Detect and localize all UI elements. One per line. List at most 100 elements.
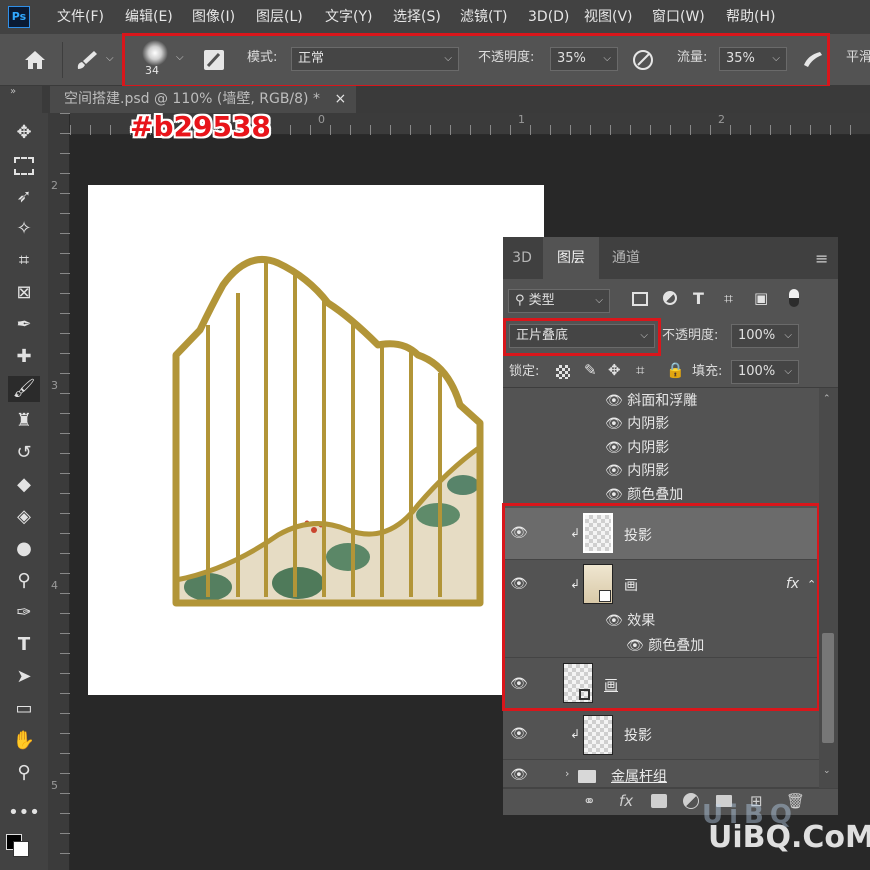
menu-filter[interactable]: 滤镜(T) (460, 0, 507, 34)
home-icon[interactable] (22, 48, 48, 72)
effect-item[interactable]: 👁 颜色叠加 (605, 484, 683, 504)
close-tab-icon[interactable]: × (334, 91, 346, 107)
menu-3d[interactable]: 3D(D) (528, 0, 569, 34)
brush-preset-icon[interactable] (74, 48, 100, 72)
panel-menu-icon[interactable]: ≡ (815, 249, 828, 268)
ruler-number: 4 (51, 579, 58, 592)
menu-edit[interactable]: 编辑(E) (125, 0, 173, 34)
filter-toggle-icon[interactable] (789, 289, 799, 307)
hand-tool-icon[interactable]: ✋ (8, 728, 40, 754)
menu-bar: Ps 文件(F) 编辑(E) 图像(I) 图层(L) 文字(Y) 选择(S) 滤… (0, 0, 870, 34)
menu-select[interactable]: 选择(S) (393, 0, 441, 34)
ruler-number: 5 (51, 779, 58, 792)
filter-smart-object-icon[interactable]: ▣ (754, 289, 768, 307)
magic-wand-tool-icon[interactable]: ✧ (8, 216, 40, 242)
effect-item[interactable]: 👁 内阴影 (605, 437, 669, 457)
tab-layers[interactable]: 图层 (543, 237, 599, 279)
dodge-tool-icon[interactable]: ⚲ (8, 568, 40, 594)
effect-item[interactable]: 👁 内阴影 (605, 413, 669, 433)
lock-position-icon[interactable]: ✥ (608, 361, 621, 379)
menu-window[interactable]: 窗口(W) (652, 0, 705, 34)
brush-tool-icon[interactable]: 🖌 (8, 376, 40, 402)
layer-opacity-label: 不透明度: (662, 328, 719, 343)
chevron-up-icon[interactable]: ⌃ (823, 394, 831, 404)
zoom-tool-icon[interactable]: ⚲ (8, 760, 40, 786)
tab-3d[interactable]: 3D (503, 237, 541, 279)
eyedropper-tool-icon[interactable]: ✒ (8, 312, 40, 338)
chevron-down-icon: ⌵ (595, 295, 603, 306)
rectangle-tool-icon[interactable]: ▭ (8, 696, 40, 722)
tools-panel: » ✥ ➶ ✧ ⌗ ⊠ ✒ ✚ 🖌 ♜ ↺ ◆ ◈ ● ⚲ ✑ T ➤ ▭ ✋ … (0, 86, 48, 870)
layers-scrollbar[interactable]: ⌃ ⌄ (819, 388, 838, 788)
panel-collapse-icon[interactable]: » (10, 86, 16, 97)
lasso-tool-icon[interactable]: ➶ (8, 184, 40, 210)
pen-tool-icon[interactable]: ✑ (8, 600, 40, 626)
filter-type-icon[interactable]: T (693, 289, 704, 308)
chevron-right-icon[interactable]: › (565, 767, 569, 780)
filter-shape-icon[interactable]: ⌗ (724, 289, 733, 309)
layer-opacity-field[interactable]: 100% ⌵ (731, 324, 799, 348)
eye-icon[interactable]: 👁 (510, 726, 528, 742)
healing-brush-tool-icon[interactable]: ✚ (8, 344, 40, 370)
paint-bucket-tool-icon[interactable]: ◈ (8, 504, 40, 530)
layer-opacity-value: 100% (738, 328, 776, 343)
layer-thumbnail (583, 715, 613, 755)
layer-name[interactable]: 投影 (624, 725, 652, 745)
menu-type[interactable]: 文字(Y) (325, 0, 372, 34)
chevron-down-icon[interactable]: ⌄ (823, 766, 831, 776)
watermark-logo: UiBQ UiBQ.CoM (678, 800, 870, 855)
eye-icon[interactable]: 👁 (605, 440, 627, 456)
crop-tool-icon[interactable]: ⌗ (8, 248, 40, 274)
menu-file[interactable]: 文件(F) (57, 0, 104, 34)
document-title: 空间搭建.psd @ 110% (墙壁, RGB/8) * (64, 91, 320, 107)
divider (62, 42, 63, 78)
filter-value: 类型 (528, 293, 555, 308)
fill-field[interactable]: 100% ⌵ (731, 360, 799, 384)
layer-name[interactable]: 金属杆组 (611, 766, 667, 786)
layer-row-shadow[interactable] (503, 712, 819, 760)
filter-adjustment-icon[interactable] (663, 291, 677, 305)
eye-icon[interactable]: 👁 (605, 463, 627, 479)
eye-icon[interactable]: 👁 (605, 393, 627, 409)
tab-channels[interactable]: 通道 (601, 237, 651, 279)
lock-artboard-icon[interactable]: ⌗ (636, 361, 644, 379)
highlight-box-options (122, 33, 830, 88)
eye-icon[interactable]: 👁 (605, 416, 627, 432)
eraser-tool-icon[interactable]: ◆ (8, 472, 40, 498)
add-mask-icon[interactable] (651, 794, 667, 808)
effect-item[interactable]: 👁 内阴影 (605, 460, 669, 480)
search-icon: ⚲ (515, 293, 529, 308)
link-layers-icon[interactable]: ⚭ (583, 792, 596, 810)
lock-transparent-icon[interactable] (556, 365, 570, 379)
fill-value: 100% (738, 364, 776, 379)
menu-view[interactable]: 视图(V) (584, 0, 633, 34)
menu-image[interactable]: 图像(I) (192, 0, 235, 34)
blur-tool-icon[interactable]: ● (8, 536, 40, 562)
history-brush-tool-icon[interactable]: ↺ (8, 440, 40, 466)
stamp-tool-icon[interactable]: ♜ (8, 408, 40, 434)
background-color-swatch[interactable] (13, 841, 29, 857)
menu-layer[interactable]: 图层(L) (256, 0, 303, 34)
effect-item[interactable]: 👁 斜面和浮雕 (605, 390, 697, 410)
layer-filter-select[interactable]: ⚲ 类型 ⌵ (508, 289, 610, 313)
chevron-down-icon[interactable]: ⌵ (106, 53, 114, 64)
eye-icon[interactable]: 👁 (510, 767, 528, 783)
path-selection-tool-icon[interactable]: ➤ (8, 664, 40, 690)
highlight-box-blend-mode (503, 318, 661, 356)
move-tool-icon[interactable]: ✥ (8, 120, 40, 146)
more-tools-icon[interactable]: ••• (8, 800, 40, 826)
document-tab[interactable]: 空间搭建.psd @ 110% (墙壁, RGB/8) * × (50, 86, 356, 113)
lock-paint-icon[interactable]: ✎ (584, 361, 597, 379)
document-canvas[interactable] (88, 185, 544, 695)
highlight-box-layers (502, 503, 820, 711)
marquee-tool-icon[interactable] (8, 152, 40, 178)
add-style-icon[interactable]: fx (619, 792, 633, 810)
eye-icon[interactable]: 👁 (605, 487, 627, 503)
filter-pixel-icon[interactable] (632, 292, 648, 306)
frame-tool-icon[interactable]: ⊠ (8, 280, 40, 306)
lock-all-icon[interactable]: 🔒 (666, 361, 685, 379)
artwork-screen-illustration (172, 256, 484, 607)
menu-help[interactable]: 帮助(H) (726, 0, 775, 34)
type-tool-icon[interactable]: T (8, 632, 40, 658)
scrollbar-thumb[interactable] (822, 633, 834, 743)
